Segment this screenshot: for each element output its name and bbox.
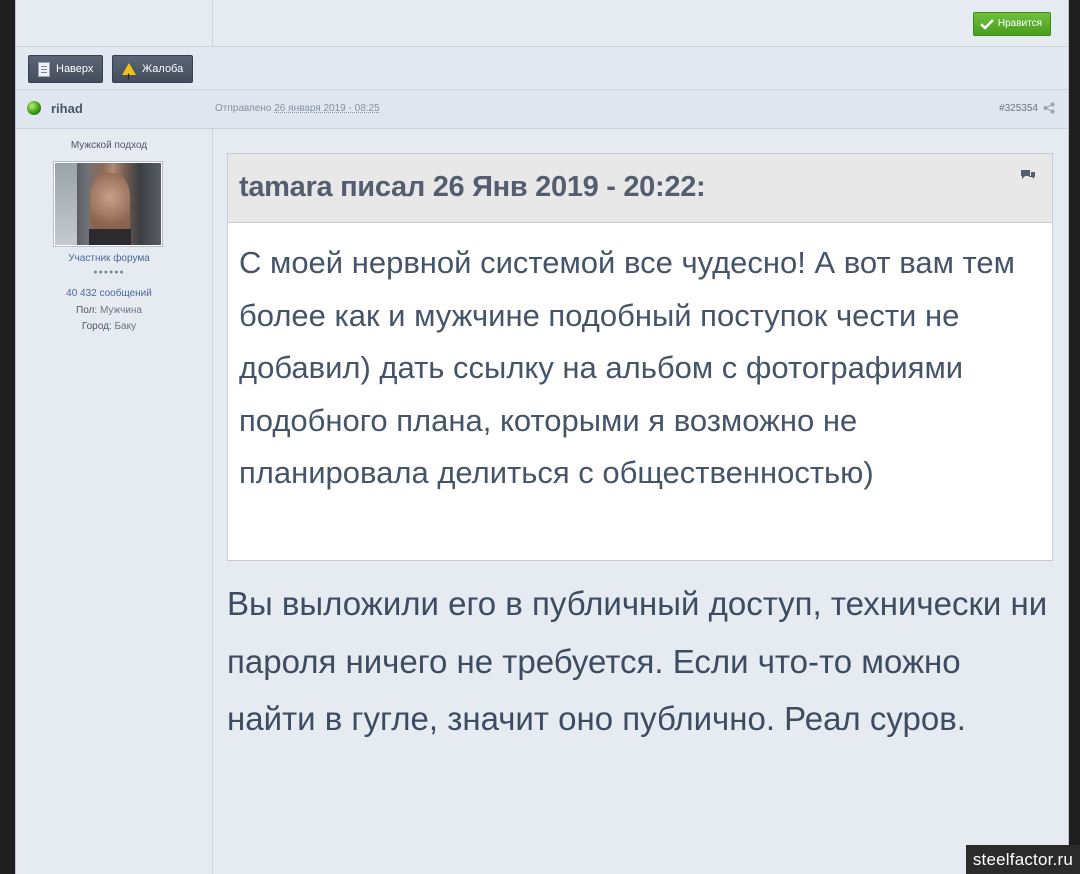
quote-header: tamara писал 26 Янв 2019 - 20:22: (228, 154, 1052, 223)
post-body: Вы выложили его в публичный доступ, техн… (227, 585, 1048, 737)
warning-icon (122, 63, 136, 90)
user-title: Мужской подход (70, 140, 148, 151)
avatar-background (55, 163, 77, 245)
report-button[interactable]: Жалоба (112, 55, 194, 90)
like-label: Нравится (997, 18, 1042, 29)
share-icon[interactable] (1043, 102, 1055, 114)
posted-prefix: Отправлено (215, 103, 272, 114)
city-value: Баку (114, 321, 137, 332)
post-header: rihad Отправлено 26 января 2019 - 08:25 … (16, 90, 1068, 129)
quote-text: С моей нервной системой все чудесно! А в… (239, 245, 1015, 490)
rank-pips: ●●●●●● (93, 269, 125, 276)
document-icon (38, 61, 50, 77)
city-label: Город: (81, 321, 112, 332)
divider (212, 0, 213, 46)
checkmark-icon (979, 19, 994, 30)
post-permalink[interactable]: #325354 (999, 103, 1038, 114)
quote-icon[interactable] (1020, 168, 1036, 180)
posted-date[interactable]: 26 января 2019 - 08:25 (274, 103, 379, 114)
back-to-top-label: Наверх (56, 63, 94, 75)
post-date: Отправлено 26 января 2019 - 08:25 (215, 103, 380, 114)
site-watermark: steelfactor.ru (965, 845, 1080, 874)
quote-block: tamara писал 26 Янв 2019 - 20:22: С моей… (227, 153, 1053, 561)
avatar-figure-lower (89, 229, 131, 245)
gender-value: Мужчина (99, 305, 142, 316)
avatar-figure (90, 173, 130, 233)
city-field: Город: Баку (16, 321, 202, 332)
back-to-top-button[interactable]: Наверх (28, 55, 104, 83)
post-actions-bar: Наверх Жалоба (16, 47, 1068, 90)
avatar[interactable] (53, 161, 163, 247)
gender-field: Пол: Мужчина (16, 305, 202, 316)
user-group: Участник форума (68, 253, 150, 264)
previous-post-footer: Нравится (16, 0, 1068, 47)
report-label: Жалоба (142, 63, 184, 75)
gender-label: Пол: (76, 305, 98, 316)
post-count: 40 432 сообщений (66, 288, 152, 299)
like-button[interactable]: Нравится (972, 12, 1051, 36)
author-sidebar: Мужской подход Участник форума ●●●●●● 40… (16, 129, 213, 874)
quote-citation: tamara писал 26 Янв 2019 - 20:22: (239, 171, 706, 203)
forum-frame: Нравится Наверх Жалоба rihad Отправлено … (15, 0, 1069, 874)
author-name[interactable]: rihad (51, 101, 83, 116)
status-online-icon (27, 101, 41, 115)
